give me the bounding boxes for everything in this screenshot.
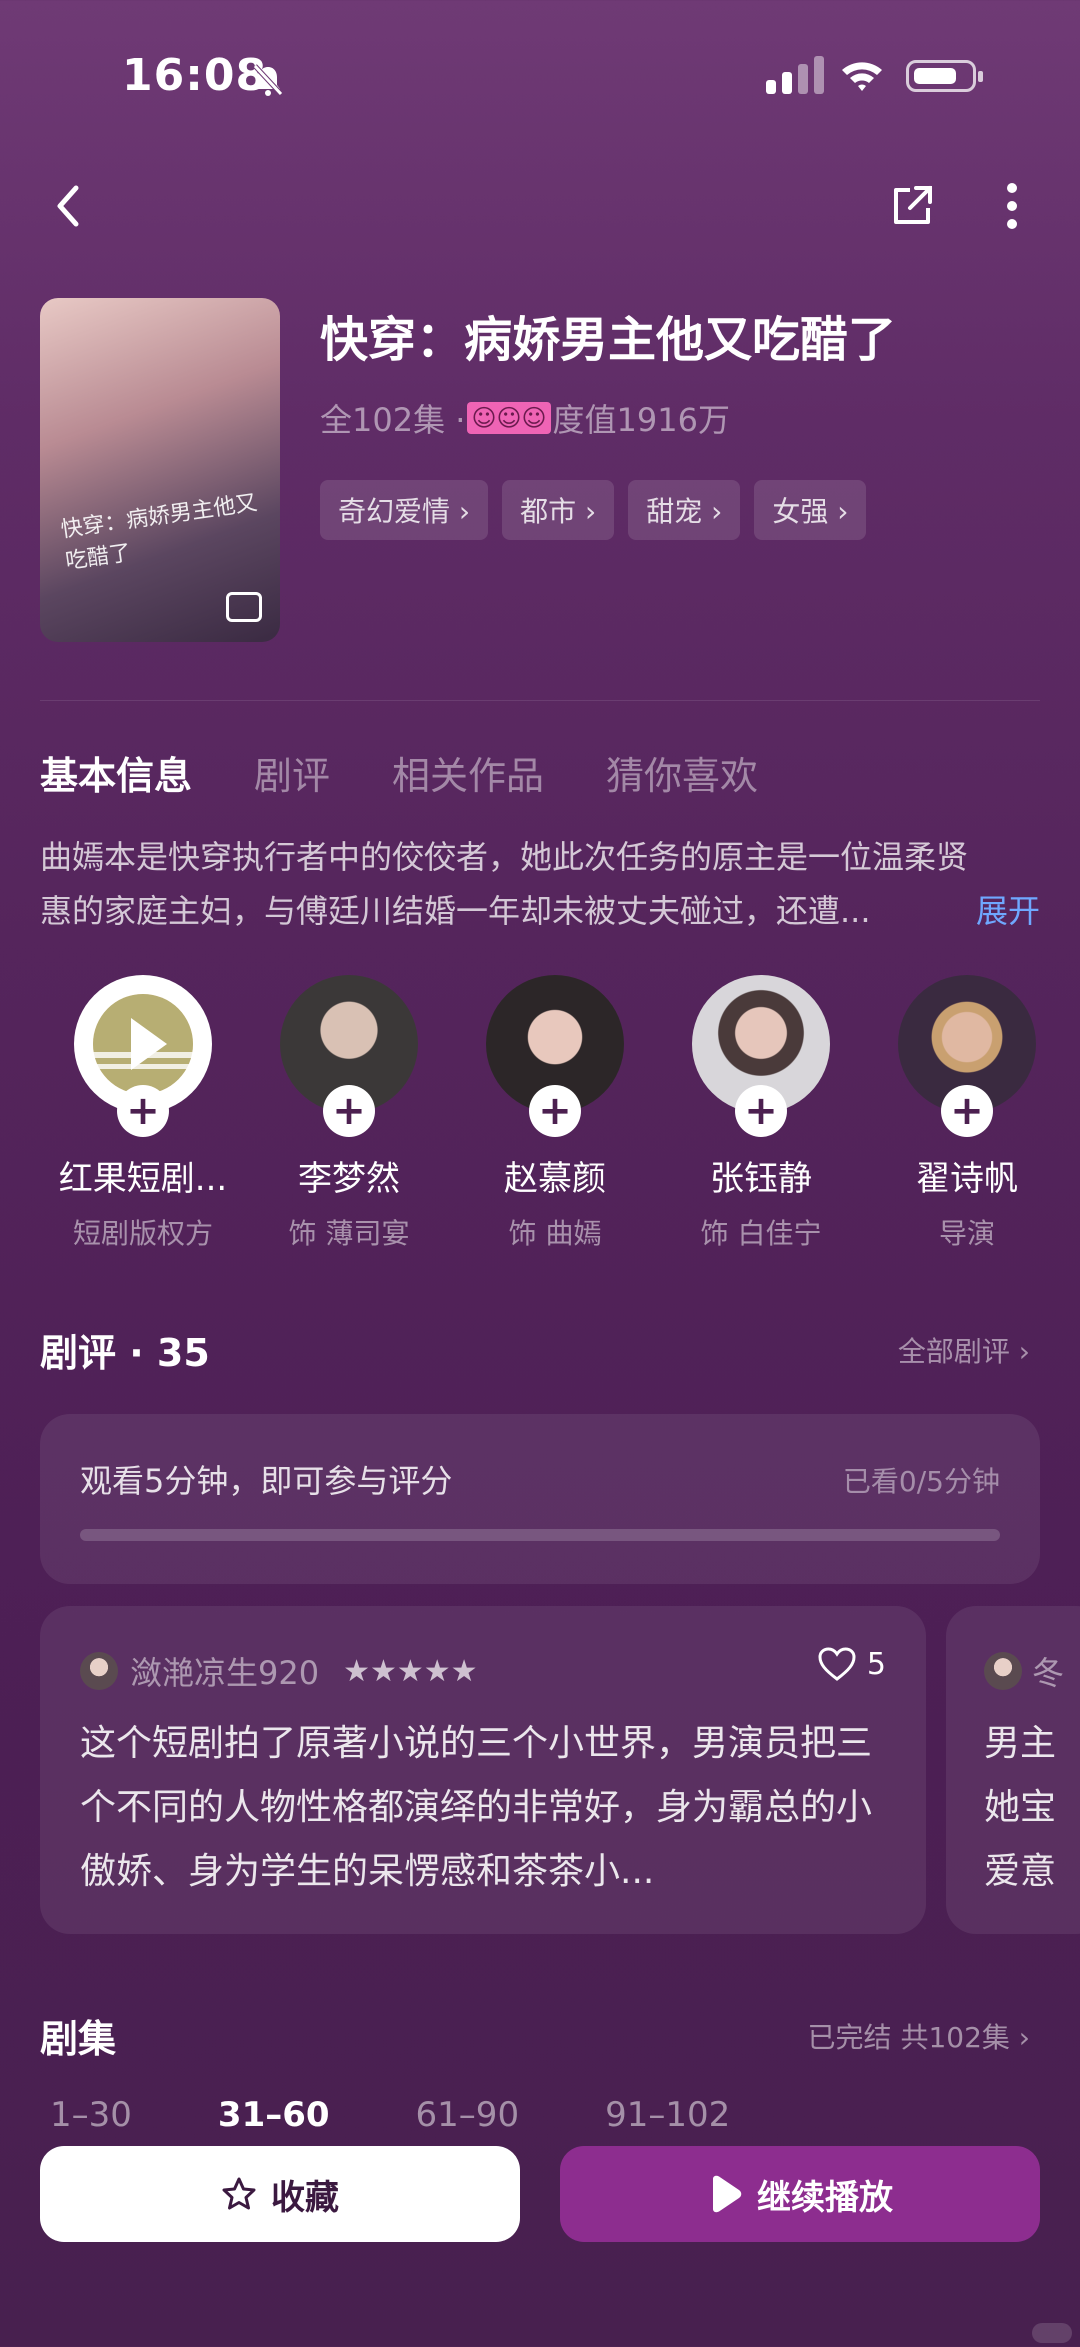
share-button[interactable]: [882, 176, 942, 236]
review-card[interactable]: 潋滟凉生920 ★★★★★ 5 这个短剧拍了原著小说的三个小世界，男演员把三个不…: [40, 1606, 926, 1934]
rating-stars-icon: ★★★★★: [343, 1653, 478, 1689]
episodes-count: 全102集 ·: [320, 401, 466, 439]
review-text: 男主 她宝 爱意: [984, 1712, 1080, 1904]
silent-bell-icon: [253, 64, 283, 96]
reviewer-name: 潋滟凉生920: [130, 1654, 320, 1692]
cast-role: 短剧版权方: [72, 1217, 213, 1250]
all-reviews-link[interactable]: 全部剧评 ›: [898, 1330, 1030, 1370]
favorite-label: 收藏: [271, 2177, 339, 2218]
reviewer-name: 冬: [1032, 1654, 1065, 1692]
watch-progress-bar: [80, 1529, 1000, 1541]
review-card[interactable]: 冬 男主 她宝 爱意: [946, 1606, 1080, 1934]
play-label: 继续播放: [757, 2177, 893, 2218]
like-count: 5: [866, 1646, 886, 1682]
range-tab[interactable]: 61–90: [416, 2095, 520, 2135]
cast-item[interactable]: + 翟诗帆 导演: [864, 975, 1070, 1252]
cast-name: 张钰静: [710, 1159, 812, 1199]
back-button[interactable]: [38, 176, 98, 236]
follow-plus-icon[interactable]: +: [117, 1085, 169, 1137]
range-tab[interactable]: 91–102: [605, 2095, 730, 2135]
review-line: 男主: [984, 1723, 1057, 1764]
tab-recommend[interactable]: 猜你喜欢: [606, 745, 758, 800]
heat-value: 度值1916万: [552, 401, 730, 439]
detail-tabs: 基本信息 剧评 相关作品 猜你喜欢: [40, 745, 758, 800]
tab-reviews[interactable]: 剧评: [254, 745, 330, 800]
follow-plus-icon[interactable]: +: [941, 1085, 993, 1137]
tab-related[interactable]: 相关作品: [392, 745, 544, 800]
reviewer-avatar: [80, 1652, 118, 1690]
synopsis: 曲嫣本是快穿执行者中的佼佼者，她此次任务的原主是一位温柔贤惠的家庭主妇，与傅廷川…: [40, 830, 1040, 938]
watermark-icon: [1032, 2323, 1072, 2343]
genre-tags: 奇幻爱情 › 都市 › 甜宠 › 女强 ›: [320, 480, 867, 540]
tag-urban[interactable]: 都市 ›: [502, 480, 615, 540]
divider: [40, 700, 1040, 701]
cast-item[interactable]: + 李梦然 饰 薄司宴: [246, 975, 452, 1252]
tab-basic-info[interactable]: 基本信息: [40, 745, 192, 800]
tag-sweet[interactable]: 甜宠 ›: [628, 480, 741, 540]
follow-plus-icon[interactable]: +: [323, 1085, 375, 1137]
episodes-title: 剧集: [40, 2017, 117, 2061]
cast-name: 红果短剧...: [58, 1159, 228, 1199]
emoji-sticker: ☺☺☺: [467, 402, 551, 434]
cast-name: 赵慕颜: [504, 1159, 606, 1199]
cast-role: 导演: [938, 1217, 995, 1250]
synopsis-text: 曲嫣本是快穿执行者中的佼佼者，她此次任务的原主是一位温柔贤惠的家庭主妇，与傅廷川…: [40, 838, 969, 930]
cast-role: 饰 薄司宴: [288, 1217, 410, 1250]
episodes-status-link[interactable]: 已完结 共102集 ›: [808, 2016, 1030, 2056]
expand-link[interactable]: 展开: [976, 884, 1040, 938]
play-icon: [713, 2175, 742, 2213]
wifi-icon: [842, 62, 882, 91]
review-header: 潋滟凉生920 ★★★★★: [80, 1648, 478, 1694]
more-vertical-icon: [1007, 183, 1017, 229]
cast-item[interactable]: + 张钰静 饰 白佳宁: [658, 975, 864, 1252]
review-line: 爱意: [984, 1851, 1057, 1892]
gallery-icon[interactable]: [226, 592, 262, 622]
watch-progress-label: 已看0/5分钟: [842, 1465, 1000, 1498]
chevron-left-icon: [57, 185, 79, 227]
more-button[interactable]: [982, 176, 1042, 236]
range-tab[interactable]: 31–60: [218, 2095, 330, 2135]
cast-item[interactable]: + 红果短剧... 短剧版权方: [40, 975, 246, 1252]
cast-name: 翟诗帆: [916, 1159, 1018, 1199]
review-header: 冬: [984, 1648, 1064, 1694]
continue-play-button[interactable]: 继续播放: [560, 2146, 1040, 2242]
show-meta: 全102集 · ☺☺☺ 度值1916万: [320, 395, 730, 441]
status-time: 16:08: [122, 50, 268, 101]
show-title: 快穿：病娇男主他又吃醋了: [320, 312, 897, 368]
reviewer-avatar: [984, 1652, 1022, 1690]
reviews-title: 剧评 · 35: [40, 1331, 210, 1375]
review-line: 她宝: [984, 1787, 1057, 1828]
tag-strong-female[interactable]: 女强 ›: [754, 480, 867, 540]
poster-title: 快穿：病娇男主他又吃醋了: [59, 490, 259, 575]
heart-icon: [818, 1647, 856, 1681]
follow-plus-icon[interactable]: +: [735, 1085, 787, 1137]
cast-item[interactable]: + 赵慕颜 饰 曲嫣: [452, 975, 658, 1252]
review-text: 这个短剧拍了原著小说的三个小世界，男演员把三个不同的人物性格都演绎的非常好，身为…: [80, 1723, 873, 1892]
range-tab[interactable]: 1–30: [50, 2095, 132, 2135]
follow-plus-icon[interactable]: +: [529, 1085, 581, 1137]
favorite-button[interactable]: 收藏: [40, 2146, 520, 2242]
poster-image[interactable]: 快穿：病娇男主他又吃醋了: [40, 298, 280, 642]
episode-range-tabs: 1–30 31–60 61–90 91–102: [50, 2095, 730, 2135]
rating-prompt-card: 观看5分钟，即可参与评分 已看0/5分钟: [40, 1414, 1040, 1584]
cast-role: 饰 白佳宁: [700, 1217, 822, 1250]
cast-list: + 红果短剧... 短剧版权方 + 李梦然 饰 薄司宴 + 赵慕颜 饰 曲嫣 +…: [40, 975, 1080, 1252]
cast-role: 饰 曲嫣: [508, 1217, 602, 1250]
tag-fantasy-romance[interactable]: 奇幻爱情 ›: [320, 480, 489, 540]
share-icon: [894, 186, 932, 224]
like-button[interactable]: 5: [817, 1646, 886, 1682]
cellular-signal-icon: [766, 56, 824, 94]
battery-icon: [906, 60, 983, 92]
rating-prompt: 观看5分钟，即可参与评分: [80, 1462, 453, 1500]
cast-name: 李梦然: [298, 1159, 400, 1199]
hongguo-logo-icon: [93, 994, 193, 1094]
star-icon: [222, 2177, 256, 2210]
